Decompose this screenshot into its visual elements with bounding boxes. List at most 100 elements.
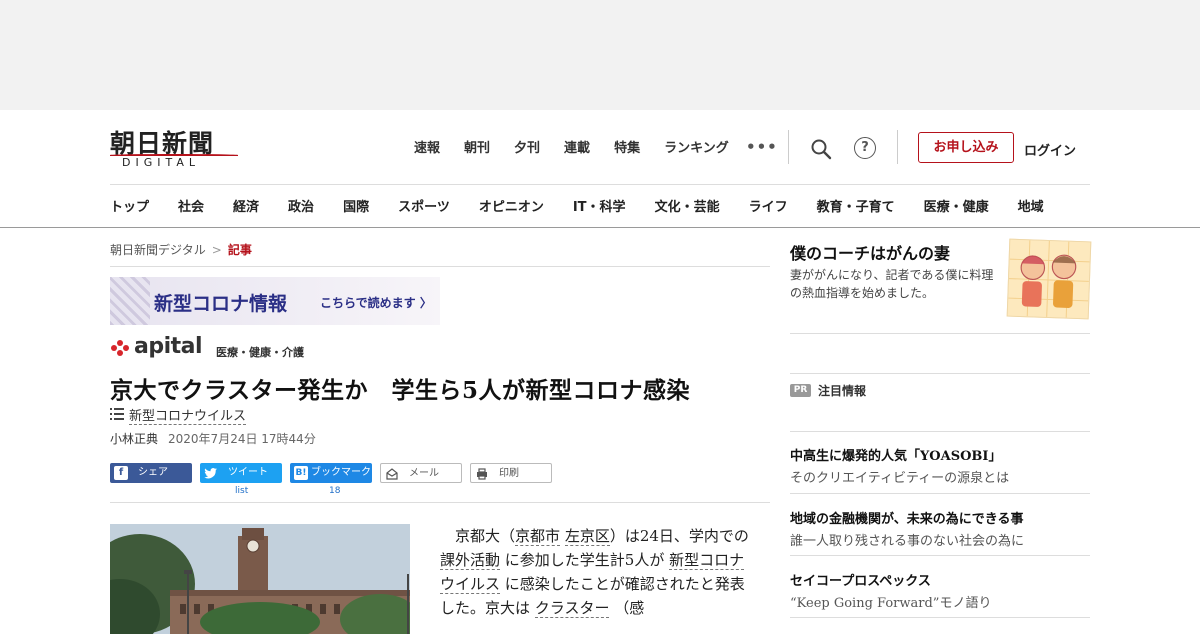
- body-text-3: ）は24日、学内での: [609, 527, 749, 545]
- keyword-link-cluster[interactable]: クラスター: [534, 599, 610, 618]
- site-header: 朝日新聞 DIGITAL 速報 朝刊 夕刊 連載 特集 ランキング ••• ? …: [0, 110, 1200, 228]
- top-nav: 速報 朝刊 夕刊 連載 特集 ランキング: [414, 136, 753, 156]
- corona-info-banner[interactable]: 新型コロナ情報 こちらで読めます 〉: [110, 277, 440, 325]
- header-divider: [788, 130, 789, 164]
- pr-item-subtitle: そのクリエイティビティーの源泉とは: [790, 471, 1010, 486]
- mail-icon: [386, 468, 398, 480]
- pr-item-subtitle: “Keep Going Forward”モノ語り: [790, 596, 992, 611]
- feature-title[interactable]: 僕のコーチはがんの妻: [790, 240, 950, 264]
- category-nav: トップ 社会 経済 政治 国際 スポーツ オピニオン IT・科学 文化・芸能 ラ…: [110, 196, 1044, 215]
- breadcrumb-home[interactable]: 朝日新聞デジタル: [110, 243, 206, 257]
- feature-illustration[interactable]: [1006, 238, 1092, 320]
- keyword-link-sakyo[interactable]: 左京区: [564, 527, 610, 546]
- cat-politics[interactable]: 政治: [288, 196, 314, 215]
- keyword-link-kyoto[interactable]: 京都市: [515, 527, 561, 546]
- printer-icon: [477, 468, 487, 480]
- pr-item-subtitle: 誰一人取り残される事のない社会の為に: [790, 534, 1025, 549]
- pr-item-title: 地域の金融機関が、未来の為にできる事: [790, 512, 1024, 527]
- breadcrumb-divider: [110, 266, 770, 267]
- cat-culture[interactable]: 文化・芸能: [655, 196, 720, 215]
- sidebar-divider: [790, 617, 1090, 618]
- nav-choukan[interactable]: 朝刊: [464, 137, 490, 156]
- article-headline: 京大でクラスター発生か 学生ら5人が新型コロナ感染: [110, 377, 691, 404]
- author-name: 小林正典: [110, 432, 159, 446]
- cat-society[interactable]: 社会: [178, 196, 204, 215]
- twitter-count[interactable]: list: [235, 486, 248, 496]
- nav-divider: [110, 184, 1090, 185]
- pr-item-title: 中高生に爆発的人気「YOASOBI」: [790, 449, 1002, 464]
- nav-tokushu[interactable]: 特集: [614, 137, 640, 156]
- pr-section-label: 注目情報: [818, 384, 867, 398]
- pr-item-title: セイコープロスペックス: [790, 574, 931, 589]
- cat-top[interactable]: トップ: [110, 196, 149, 215]
- search-icon[interactable]: [810, 138, 832, 160]
- share-divider: [110, 502, 770, 503]
- pr-badge: PR: [790, 384, 811, 397]
- nav-sokuho[interactable]: 速報: [414, 137, 440, 156]
- apital-wordmark: apital: [134, 334, 203, 359]
- facebook-share-label: シェア: [138, 467, 168, 478]
- facebook-icon: f: [114, 466, 128, 480]
- twitter-icon: [204, 468, 217, 479]
- article-body: 京都大（京都市 左京区）は24日、学内での 課外活動 に参加した学生計5人が 新…: [440, 524, 755, 620]
- site-logo[interactable]: 朝日新聞 DIGITAL: [110, 124, 240, 169]
- breadcrumb-current: 記事: [227, 243, 252, 257]
- body-text-1: 京都大（: [455, 527, 516, 545]
- cat-economy[interactable]: 経済: [233, 196, 259, 215]
- banner-title: 新型コロナ情報: [154, 293, 288, 315]
- cat-opinion[interactable]: オピニオン: [479, 196, 544, 215]
- banner-pattern: [110, 277, 150, 325]
- print-button[interactable]: 印刷: [470, 463, 552, 483]
- list-icon: [110, 408, 124, 420]
- hatena-bookmark-label: ブックマーク: [311, 467, 371, 478]
- article-photo[interactable]: [110, 524, 410, 634]
- body-text-4: に参加した学生計5人が: [500, 551, 670, 569]
- byline: 小林正典 2020年7月24日 17時44分: [110, 430, 316, 447]
- feature-description: 妻ががんになり、記者である僕に料理の熱血指導を始めました。: [790, 268, 994, 300]
- keyword-link-activity[interactable]: 課外活動: [440, 551, 501, 570]
- apital-logo-icon: [111, 340, 129, 356]
- nav-rensai[interactable]: 連載: [564, 137, 590, 156]
- help-icon[interactable]: ?: [854, 137, 876, 159]
- nav-yukan[interactable]: 夕刊: [514, 137, 540, 156]
- cat-health[interactable]: 医療・健康: [924, 196, 989, 215]
- sidebar-divider: [790, 373, 1090, 374]
- hatena-icon: B!: [294, 466, 308, 480]
- cat-it-science[interactable]: IT・科学: [573, 196, 626, 215]
- hatena-bookmark-button[interactable]: B! ブックマーク: [290, 463, 372, 483]
- more-menu-icon[interactable]: •••: [746, 138, 778, 156]
- cat-education[interactable]: 教育・子育て: [817, 196, 895, 215]
- cat-international[interactable]: 国際: [343, 196, 369, 215]
- subscribe-button[interactable]: お申し込み: [918, 132, 1014, 163]
- publish-date: 2020年7月24日 17時44分: [168, 432, 316, 446]
- body-text-6: （感: [609, 599, 645, 617]
- pr-item[interactable]: 中高生に爆発的人気「YOASOBI」 そのクリエイティビティーの源泉とは: [790, 445, 1090, 495]
- pr-item[interactable]: 地域の金融機関が、未来の為にできる事 誰一人取り残される事のない社会の為に: [790, 508, 1090, 558]
- pr-item[interactable]: セイコープロスペックス “Keep Going Forward”モノ語り: [790, 570, 1090, 620]
- mail-share-button[interactable]: メール: [380, 463, 462, 483]
- topic-tag-label[interactable]: 新型コロナウイルス: [129, 405, 247, 425]
- nav-ranking[interactable]: ランキング: [664, 137, 729, 156]
- sidebar-divider: [790, 333, 1090, 334]
- cat-sports[interactable]: スポーツ: [398, 196, 450, 215]
- sidebar-divider: [790, 493, 1090, 494]
- banner-link: こちらで読めます 〉: [320, 296, 432, 310]
- cat-region[interactable]: 地域: [1018, 196, 1044, 215]
- header-divider-2: [897, 130, 898, 164]
- share-toolbar: f シェア ツイート B! ブックマーク メール 印刷 list 18: [110, 463, 770, 499]
- sidebar-divider: [790, 555, 1090, 556]
- mail-share-label: メール: [409, 468, 439, 479]
- hatena-count[interactable]: 18: [329, 486, 340, 496]
- logo-sub-text: DIGITAL: [122, 156, 201, 169]
- breadcrumb: 朝日新聞デジタル > 記事: [110, 241, 252, 258]
- facebook-share-button[interactable]: f シェア: [110, 463, 192, 483]
- login-link[interactable]: ログイン: [1024, 140, 1076, 159]
- cat-life[interactable]: ライフ: [749, 196, 788, 215]
- apital-category: 医療・健康・介護: [216, 346, 304, 359]
- twitter-share-button[interactable]: ツイート: [200, 463, 282, 483]
- print-label: 印刷: [499, 468, 519, 479]
- apital-brand[interactable]: apital 医療・健康・介護: [110, 334, 410, 360]
- breadcrumb-separator: >: [211, 243, 222, 257]
- sidebar-divider: [790, 431, 1090, 432]
- ad-banner-area: [0, 0, 1200, 110]
